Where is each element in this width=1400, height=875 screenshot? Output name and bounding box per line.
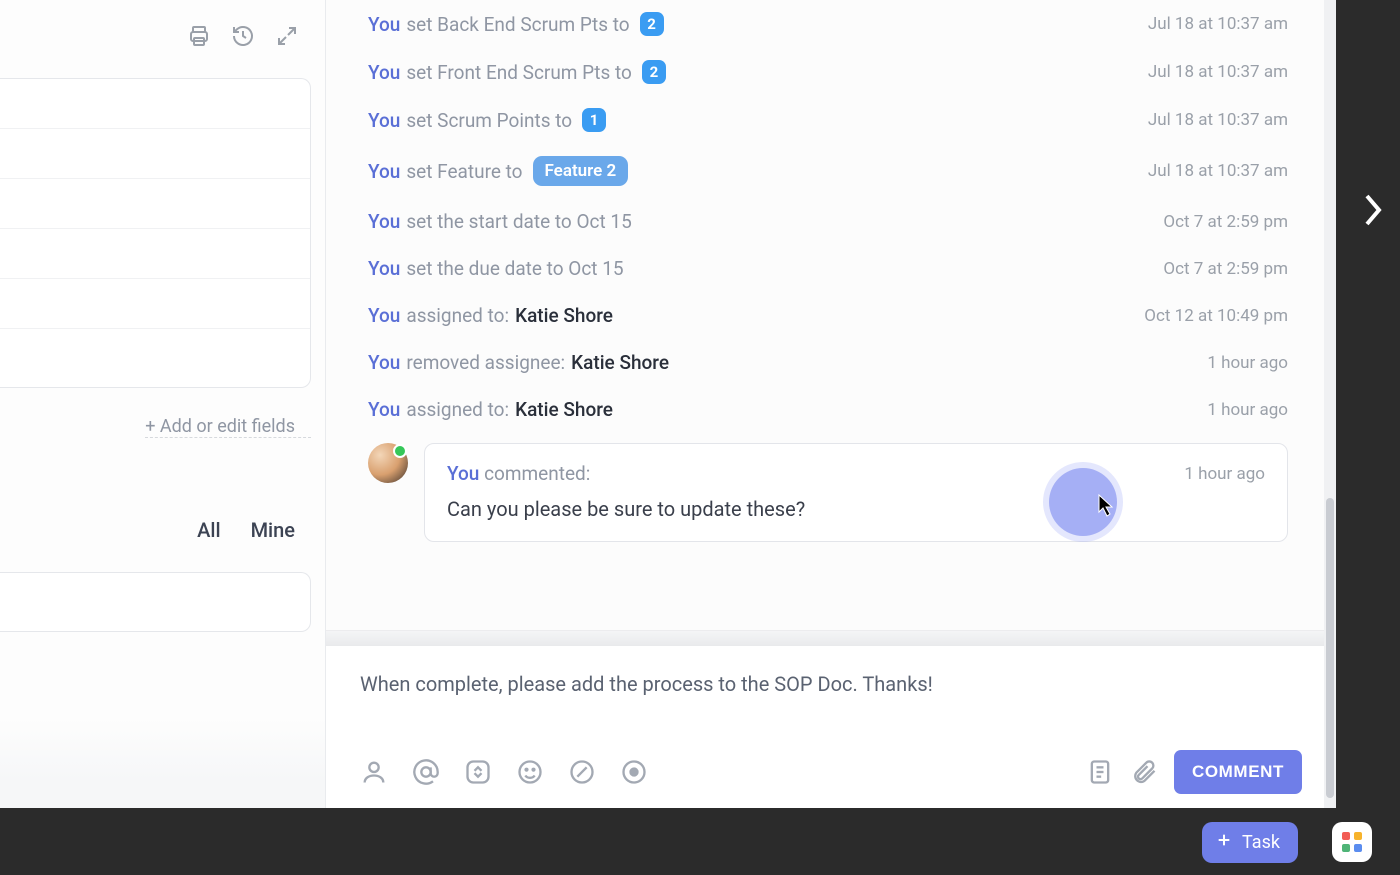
task-detail-panel: + Add or edit fields All Mine You set Ba…: [0, 0, 1336, 808]
activity-row: You assigned to: Katie Shore Oct 12 at 1…: [368, 292, 1288, 339]
mention-icon[interactable]: [412, 758, 440, 786]
notepad-icon[interactable]: [1086, 758, 1114, 786]
activity-panel: You set Back End Scrum Pts to 2 Jul 18 a…: [326, 0, 1336, 808]
activity-verb: set Front End Scrum Pts to: [406, 61, 632, 84]
emoji-icon[interactable]: [516, 758, 544, 786]
comment-body: Can you please be sure to update these?: [447, 497, 1265, 521]
attachment-icon[interactable]: [1130, 758, 1158, 786]
avatar: [368, 443, 408, 483]
activity-time: Jul 18 at 10:37 am: [1148, 110, 1288, 130]
feature-badge: Feature 2: [533, 156, 629, 186]
activity-actor: You: [368, 13, 400, 36]
fade-overlay: [0, 718, 325, 808]
new-task-label: Task: [1242, 832, 1280, 853]
sidebar-header-actions: [0, 0, 325, 78]
activity-verb: removed assignee:: [406, 351, 565, 374]
activity-row: You removed assignee: Katie Shore 1 hour…: [368, 339, 1288, 386]
field-row[interactable]: [0, 129, 310, 179]
sidebar-tabs: All Mine: [0, 438, 325, 562]
apps-grid-icon: [1342, 832, 1362, 852]
activity-verb: set the start date to Oct 15: [406, 210, 631, 233]
print-icon[interactable]: [187, 24, 211, 48]
apps-launcher-button[interactable]: [1332, 822, 1372, 862]
activity-actor: You: [368, 160, 400, 183]
activity-row: You set the start date to Oct 15 Oct 7 a…: [368, 198, 1288, 245]
activity-verb: set Back End Scrum Pts to: [406, 13, 629, 36]
points-badge: 2: [642, 60, 666, 84]
activity-actor: You: [368, 351, 400, 374]
activity-verb: set Scrum Points to: [406, 109, 572, 132]
comment-actor: You: [447, 462, 479, 485]
activity-verb: set the due date to Oct 15: [406, 257, 623, 280]
expand-icon[interactable]: [275, 24, 299, 48]
activity-verb: assigned to:: [406, 304, 509, 327]
slash-command-icon[interactable]: [568, 758, 596, 786]
activity-row: You set Feature to Feature 2 Jul 18 at 1…: [368, 144, 1288, 198]
tab-mine[interactable]: Mine: [251, 518, 295, 542]
activity-actor: You: [368, 109, 400, 132]
activity-actor: You: [368, 257, 400, 280]
assign-icon[interactable]: [360, 758, 388, 786]
activity-actor: You: [368, 61, 400, 84]
app-bottom-bar: [0, 808, 1400, 875]
activity-row: You set Back End Scrum Pts to 2 Jul 18 a…: [368, 0, 1288, 48]
points-badge: 2: [640, 12, 664, 36]
activity-verb: set Feature to: [406, 160, 522, 183]
field-row[interactable]: [0, 179, 310, 229]
comment-card[interactable]: You commented: 1 hour ago Can you please…: [424, 443, 1288, 542]
scrollbar-thumb[interactable]: [1326, 498, 1334, 798]
new-task-button[interactable]: Task: [1202, 822, 1298, 863]
activity-actor: You: [368, 398, 400, 421]
comment-time: 1 hour ago: [1184, 464, 1265, 484]
activity-time: Jul 18 at 10:37 am: [1148, 14, 1288, 34]
plus-icon: [1216, 832, 1232, 853]
activity-target: Katie Shore: [515, 398, 613, 421]
activity-time: 1 hour ago: [1207, 400, 1288, 420]
comment-block: You commented: 1 hour ago Can you please…: [368, 443, 1288, 542]
field-row[interactable]: [0, 79, 310, 129]
activity-row: You set Front End Scrum Pts to 2 Jul 18 …: [368, 48, 1288, 96]
comment-input[interactable]: When complete, please add the process to…: [360, 672, 1302, 742]
composer-divider: [326, 630, 1336, 646]
activity-time: Oct 7 at 2:59 pm: [1163, 259, 1288, 279]
record-icon[interactable]: [620, 758, 648, 786]
activity-time: Jul 18 at 10:37 am: [1148, 161, 1288, 181]
comment-button[interactable]: COMMENT: [1174, 750, 1302, 794]
field-row[interactable]: [0, 329, 310, 379]
loop-icon[interactable]: [464, 758, 492, 786]
composer-toolbar: COMMENT: [360, 742, 1302, 794]
activity-history-icon[interactable]: [231, 24, 255, 48]
activity-target: Katie Shore: [515, 304, 613, 327]
activity-actor: You: [368, 304, 400, 327]
add-edit-fields-link[interactable]: + Add or edit fields: [145, 404, 311, 438]
activity-row: You set the due date to Oct 15 Oct 7 at …: [368, 245, 1288, 292]
task-sidebar: + Add or edit fields All Mine: [0, 0, 326, 808]
subtask-card[interactable]: [0, 572, 311, 632]
activity-list: You set Back End Scrum Pts to 2 Jul 18 a…: [326, 0, 1336, 630]
activity-time: Oct 7 at 2:59 pm: [1163, 212, 1288, 232]
activity-time: Jul 18 at 10:37 am: [1148, 62, 1288, 82]
activity-row: You set Scrum Points to 1 Jul 18 at 10:3…: [368, 96, 1288, 144]
activity-row: You assigned to: Katie Shore 1 hour ago: [368, 386, 1288, 433]
scrollbar[interactable]: [1324, 0, 1336, 808]
tab-all[interactable]: All: [197, 518, 220, 542]
activity-verb: assigned to:: [406, 398, 509, 421]
activity-actor: You: [368, 210, 400, 233]
activity-target: Katie Shore: [571, 351, 669, 374]
custom-fields-box: [0, 78, 311, 388]
comment-head-suffix: commented:: [484, 462, 590, 485]
field-row[interactable]: [0, 229, 310, 279]
comment-composer: When complete, please add the process to…: [326, 646, 1336, 808]
activity-time: 1 hour ago: [1207, 353, 1288, 373]
activity-time: Oct 12 at 10:49 pm: [1144, 306, 1288, 326]
next-task-chevron[interactable]: [1360, 190, 1386, 234]
field-row[interactable]: [0, 279, 310, 329]
points-badge: 1: [582, 108, 606, 132]
